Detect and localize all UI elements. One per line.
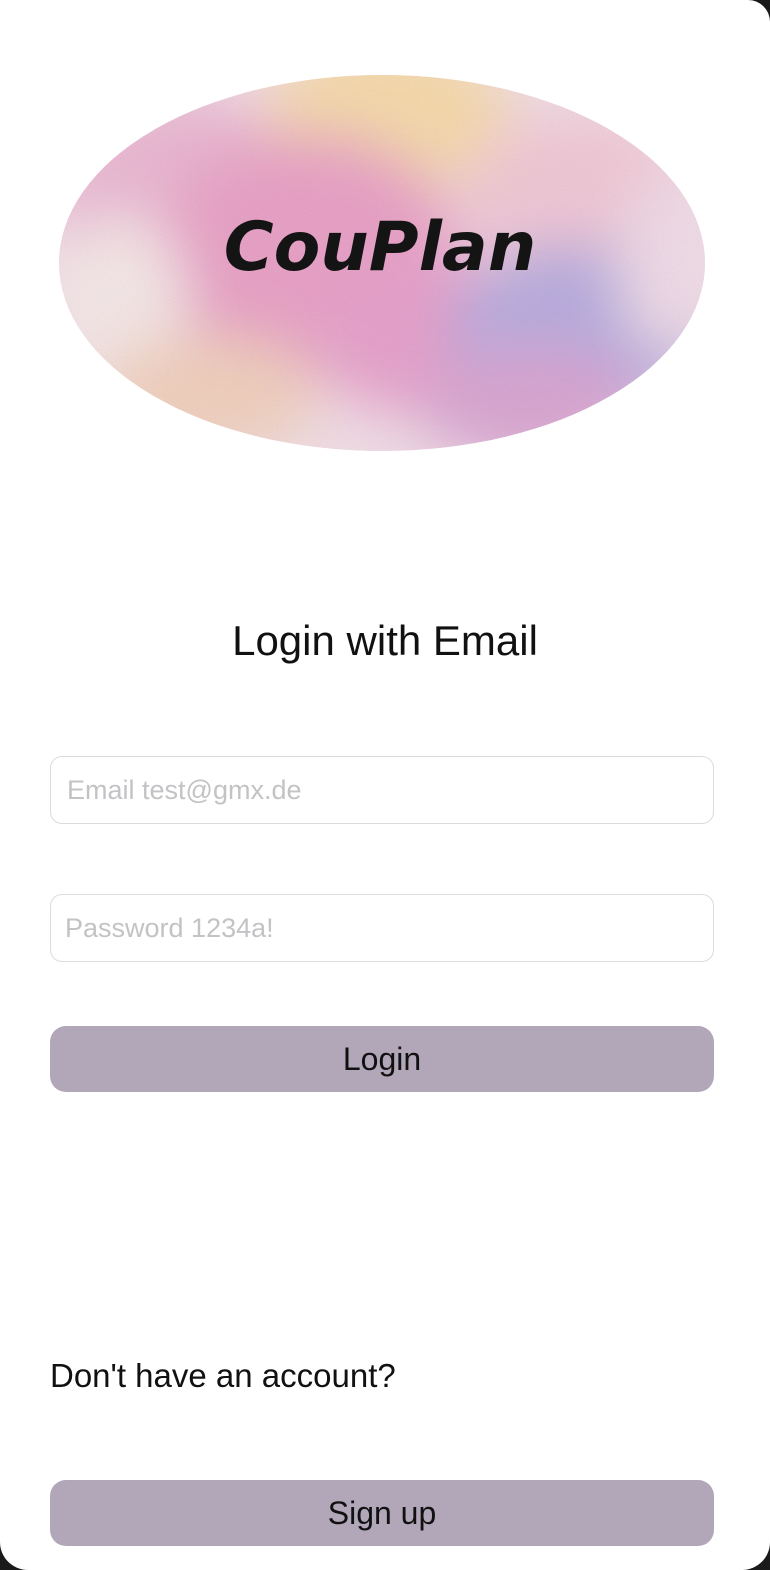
login-screen: CouPlan Login with Email Login Don't hav… [0,0,770,1570]
password-field[interactable] [50,894,714,962]
couplan-logo: CouPlan [58,74,706,452]
logo-text: CouPlan [224,208,536,287]
page-title: Login with Email [232,617,538,664]
password-input[interactable] [51,895,713,961]
login-button[interactable]: Login [50,1026,714,1092]
email-input[interactable] [51,757,713,823]
signup-prompt: Don't have an account? [50,1357,396,1394]
signup-button[interactable]: Sign up [50,1480,714,1546]
email-field[interactable] [50,756,714,824]
